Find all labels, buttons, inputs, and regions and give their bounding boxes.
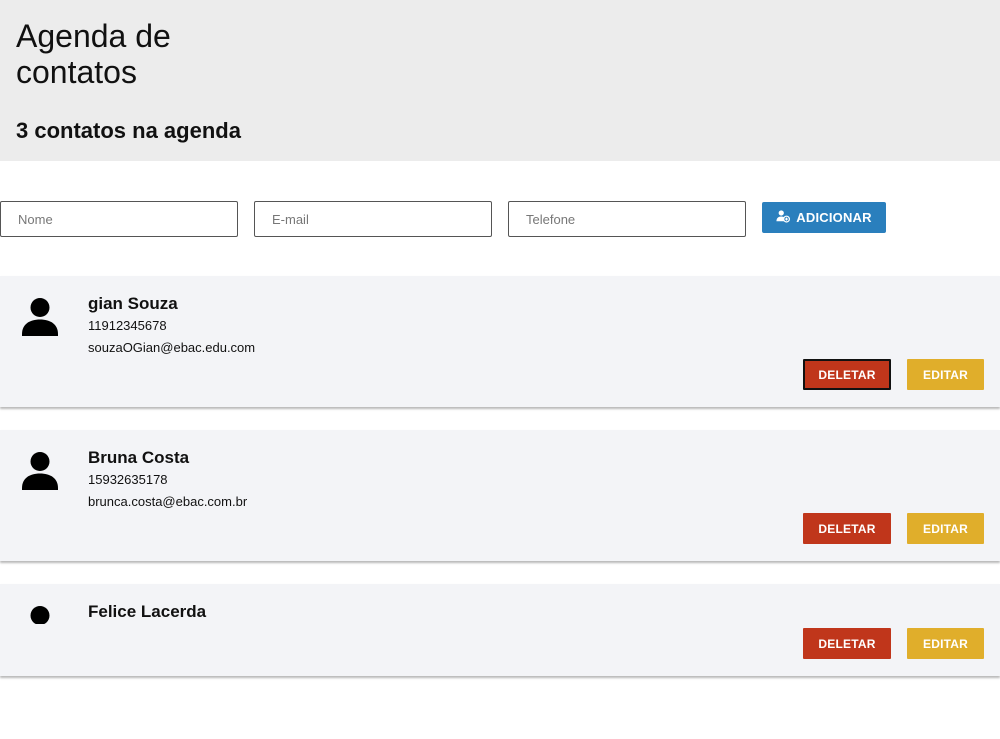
page-title: Agenda de contatos <box>16 18 171 90</box>
person-icon <box>21 452 59 490</box>
edit-button[interactable]: EDITAR <box>907 513 984 544</box>
contact-count: 3 contatos na agenda <box>16 118 241 143</box>
add-button-label: ADICIONAR <box>796 210 872 225</box>
email-input[interactable] <box>254 201 492 237</box>
delete-button[interactable]: DELETAR <box>803 628 891 659</box>
page-header: Agenda de contatos 3 contatos na agenda <box>0 0 1000 161</box>
phone-input[interactable] <box>508 201 746 237</box>
contact-card: Bruna Costa 15932635178 brunca.costa@eba… <box>0 430 1000 561</box>
contact-email: brunca.costa@ebac.com.br <box>88 494 248 509</box>
person-icon <box>21 606 59 624</box>
add-user-icon <box>776 209 791 226</box>
delete-button[interactable]: DELETAR <box>803 513 891 544</box>
contact-phone: 15932635178 <box>88 472 168 487</box>
edit-button[interactable]: EDITAR <box>907 359 984 390</box>
contact-name: Felice Lacerda <box>88 602 207 621</box>
delete-button[interactable]: DELETAR <box>803 359 891 390</box>
contact-email: souzaOGian@ebac.edu.com <box>88 340 256 355</box>
contact-card: gian Souza 11912345678 souzaOGian@ebac.e… <box>0 276 1000 407</box>
contact-card: Felice Lacerda DELETAR EDITAR <box>0 584 1000 676</box>
add-contact-button[interactable]: ADICIONAR <box>762 202 886 233</box>
name-input[interactable] <box>0 201 238 237</box>
person-icon <box>21 298 59 336</box>
contact-phone: 11912345678 <box>88 318 167 333</box>
contact-name: Bruna Costa <box>88 448 190 467</box>
contact-name: gian Souza <box>88 294 178 313</box>
edit-button[interactable]: EDITAR <box>907 628 984 659</box>
